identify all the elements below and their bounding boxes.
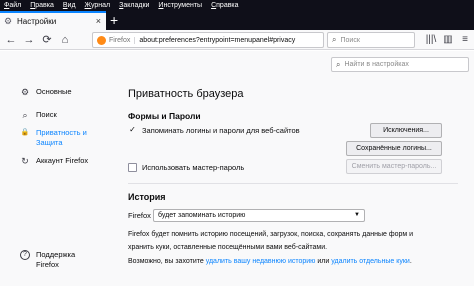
support-label: Поддержка Firefox [36, 250, 76, 269]
sidebar-item-label: Поиск [36, 110, 57, 119]
firefox-icon [97, 35, 106, 45]
history-mode-select[interactable]: будет запоминать историю ▼ [153, 209, 365, 222]
menu-bookmarks[interactable]: Закладки [119, 2, 149, 9]
preferences-search-placeholder: Найти в настройках [344, 61, 409, 68]
search-icon: ⌕ [332, 35, 337, 44]
exceptions-button[interactable]: Исключения... [370, 123, 442, 138]
back-icon[interactable]: ← [4, 33, 18, 47]
search-icon: ⌕ [336, 59, 341, 69]
clear-history-suffix: . [409, 258, 412, 265]
new-tab-button[interactable]: + [110, 12, 118, 29]
history-description-line1: Firefox будет помнить историю посещений,… [128, 231, 414, 238]
history-description-line2: хранить куки, оставленные посещёнными ва… [128, 244, 328, 251]
remember-logins-label: Запоминать логины и пароли для веб-сайто… [142, 126, 300, 135]
clear-history-prefix: Возможно, вы захотите [128, 258, 206, 265]
master-password-row[interactable]: Использовать мастер-пароль [128, 163, 244, 172]
remember-logins-checkbox[interactable]: ✓ [128, 126, 137, 135]
help-icon: ? [20, 250, 30, 260]
support-link[interactable]: ? Поддержка Firefox [20, 250, 86, 270]
remember-logins-row[interactable]: ✓ Запоминать логины и пароли для веб-сай… [128, 126, 300, 136]
sidebar-item-label: Приватность и Защита [36, 128, 87, 147]
history-mode-value: будет запоминать историю [158, 212, 246, 219]
sidebar-item-firefox-account[interactable]: ↻ Аккаунт Firefox [20, 156, 106, 166]
remove-cookies-link[interactable]: удалить отдельные куки [331, 258, 410, 265]
menu-view[interactable]: Вид [63, 2, 76, 9]
section-divider [128, 183, 458, 184]
sidebar-item-label: Аккаунт Firefox [36, 156, 89, 165]
clear-history-line: Возможно, вы захотите удалить вашу недав… [128, 256, 412, 268]
home-icon[interactable]: ⌂ [58, 33, 72, 47]
nav-toolbar: ← → ⟳ ⌂ Firefox about:preferences?entryp… [0, 30, 474, 50]
preferences-search-input[interactable]: ⌕ Найти в настройках [331, 57, 469, 72]
sidebar-item-search[interactable]: ⌕ Поиск [20, 110, 106, 120]
forward-icon[interactable]: → [22, 33, 36, 47]
menu-history[interactable]: Журнал [85, 2, 111, 9]
lock-icon: 🔒 [20, 129, 30, 136]
menu-bar: Файл Правка Вид Журнал Закладки Инструме… [0, 0, 474, 11]
menu-tools[interactable]: Инструменты [158, 2, 202, 9]
master-password-checkbox[interactable] [128, 163, 137, 172]
url-text[interactable]: about:preferences?entrypoint=menupanel#p… [139, 37, 295, 44]
reload-icon[interactable]: ⟳ [40, 33, 54, 47]
close-tab-icon[interactable]: × [96, 16, 101, 26]
identity-label[interactable]: Firefox [109, 36, 136, 44]
menu-edit[interactable]: Правка [30, 2, 54, 9]
search-placeholder: Поиск [340, 36, 360, 44]
search-input[interactable]: ⌕ Поиск [327, 32, 415, 48]
gear-icon: ⚙ [20, 87, 30, 97]
history-firefox-label: Firefox [128, 211, 151, 220]
tab-title: Настройки [17, 17, 57, 26]
sidebar-item-label: Основные [36, 87, 72, 96]
tab-settings[interactable]: ⚙ Настройки × [0, 11, 106, 30]
sidebar-icon[interactable]: ▥ [442, 34, 454, 46]
gear-icon: ⚙ [4, 16, 13, 26]
search-icon: ⌕ [22, 110, 28, 120]
clear-history-mid: или [315, 258, 332, 265]
menu-file[interactable]: Файл [4, 2, 21, 9]
clear-recent-history-link[interactable]: удалить вашу недавнюю историю [206, 258, 316, 265]
saved-logins-button[interactable]: Сохранённые логины... [346, 141, 442, 156]
sidebar-item-privacy[interactable]: 🔒 Приватность и Защита [20, 128, 96, 148]
preferences-page: ⌕ Найти в настройках ⚙ Основные ⌕ Поиск … [0, 51, 474, 286]
page-title: Приватность браузера [128, 88, 244, 100]
history-heading: История [128, 192, 166, 202]
library-icon[interactable]: |||\ [425, 34, 437, 46]
forms-heading: Формы и Пароли [128, 111, 201, 121]
sync-icon: ↻ [21, 156, 29, 166]
tab-strip: ⚙ Настройки × + [0, 11, 474, 30]
sidebar-item-general[interactable]: ⚙ Основные [20, 87, 106, 97]
menu-help[interactable]: Справка [211, 2, 238, 9]
url-bar[interactable]: Firefox about:preferences?entrypoint=men… [92, 32, 324, 48]
master-password-label: Использовать мастер-пароль [142, 163, 245, 172]
dropdown-arrow-icon: ▼ [354, 212, 360, 218]
hamburger-menu-icon[interactable]: ≡ [459, 34, 471, 46]
change-master-password-button[interactable]: Сменить мастер-пароль... [346, 159, 442, 174]
